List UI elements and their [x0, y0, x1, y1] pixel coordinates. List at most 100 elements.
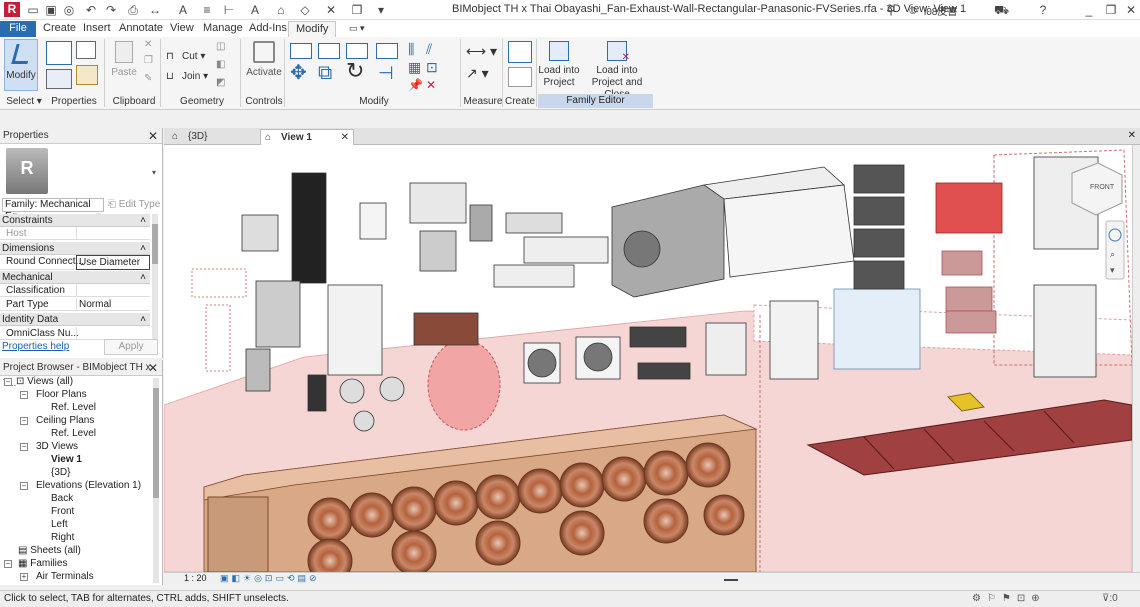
binoculars-icon[interactable]: ⚲ — [884, 3, 898, 17]
group-select[interactable]: Select ▾ — [4, 96, 44, 107]
create-group-icon[interactable] — [508, 67, 532, 87]
user-name[interactable]: i08皮書 — [924, 3, 957, 18]
restore-icon[interactable]: ❐ — [1104, 3, 1118, 17]
help-icon[interactable]: ? — [1036, 3, 1050, 17]
expand-toggle[interactable]: + — [20, 573, 28, 581]
tree-3d-views[interactable]: 3D Views — [36, 441, 78, 453]
tree-right[interactable]: Right — [51, 532, 74, 544]
paint-icon[interactable]: ◩ — [216, 77, 225, 89]
split-icon[interactable]: ⫼ — [408, 42, 414, 56]
minimize-icon[interactable]: _ — [1082, 3, 1096, 17]
tab-annotate[interactable]: Annotate — [112, 21, 170, 37]
tab-view-1[interactable]: ⌂ View 1 ✕ — [260, 129, 354, 145]
join-icon[interactable]: ⊔ — [166, 71, 174, 83]
close-window-icon[interactable]: ✕ — [1124, 3, 1138, 17]
view-scale[interactable]: 1 : 20 — [184, 573, 207, 583]
tree-left[interactable]: Left — [51, 519, 68, 531]
paste-button[interactable]: Paste — [110, 41, 138, 79]
match-icon[interactable]: ✎ — [144, 73, 152, 85]
undo-icon[interactable]: ↶ — [84, 3, 98, 17]
tag-icon[interactable]: A — [176, 3, 190, 17]
tree-sheets[interactable]: ▤ Sheets (all) — [18, 545, 81, 557]
redo-icon[interactable]: ↷ — [104, 3, 118, 17]
collapse-toggle[interactable]: − — [4, 560, 12, 568]
properties-help-link[interactable]: Properties help — [2, 341, 69, 352]
tree-ceiling-plans[interactable]: Ceiling Plans — [36, 415, 94, 427]
type-selector-dropdown-icon[interactable]: ▾ — [152, 168, 156, 177]
split-gap-icon[interactable]: ⫽ — [426, 42, 432, 56]
3d-view-icon[interactable]: ⌂ — [274, 3, 288, 17]
create-similar-icon[interactable] — [508, 41, 532, 63]
open-icon[interactable]: ▭ — [26, 3, 40, 17]
load-into-project-button[interactable]: Load into Project — [538, 41, 580, 89]
cope-icon[interactable]: ⊓ — [166, 51, 174, 63]
join-button[interactable]: Join ▾ — [182, 71, 208, 83]
section-icon[interactable]: ◇ — [298, 3, 312, 17]
move-icon[interactable]: ✥ — [290, 63, 307, 83]
tree-front[interactable]: Front — [51, 506, 74, 518]
tree-views-all[interactable]: ⊡ Views (all) — [16, 376, 73, 388]
mirror-axis-icon[interactable] — [346, 43, 368, 59]
properties-icon[interactable] — [46, 41, 72, 65]
mirror-draw-icon[interactable] — [376, 43, 398, 59]
horizontal-scroll-thumb[interactable] — [724, 579, 738, 581]
collapse-toggle[interactable]: − — [4, 378, 12, 386]
type-properties-icon[interactable] — [76, 41, 96, 59]
family-selector[interactable]: Family: Mechanical Eq▾ — [2, 198, 104, 222]
activate-button[interactable]: Activate — [246, 41, 282, 79]
tree-back[interactable]: Back — [51, 493, 73, 505]
tree-floor-ref-level[interactable]: Ref. Level — [51, 402, 96, 414]
collapse-toggle[interactable]: − — [20, 417, 28, 425]
scale-icon[interactable]: ⊡ — [426, 60, 438, 74]
array-icon[interactable]: ▦ — [408, 60, 421, 74]
rotate-icon[interactable]: ↻ — [346, 60, 364, 82]
3d-viewport[interactable]: FRONT ⌕ ▾ — [164, 145, 1132, 572]
properties-scrollbar[interactable] — [152, 214, 158, 340]
section-mechanical[interactable]: Mechanical ˄ — [0, 271, 150, 284]
thin-lines-icon[interactable]: ≡ — [200, 3, 214, 17]
tree-air-terminals[interactable]: Air Terminals — [36, 571, 94, 583]
family-category-icon[interactable] — [76, 65, 98, 85]
close-icon[interactable]: ✕ — [148, 360, 158, 376]
revit-logo-icon[interactable]: R — [4, 2, 20, 17]
cut-icon[interactable]: ✕ — [144, 39, 152, 51]
load-and-close-button[interactable]: ✕ Load into Project and Close — [582, 41, 652, 101]
trim-icon[interactable]: ⊣ — [378, 64, 394, 82]
measure-icon[interactable]: ↔ — [148, 3, 162, 17]
print-icon[interactable]: ⎙ — [126, 3, 140, 17]
delete-icon[interactable]: ✕ — [426, 79, 436, 91]
text-icon[interactable]: A — [248, 3, 262, 17]
pin-icon[interactable]: 📌 — [408, 79, 423, 91]
viewport-vertical-scrollbar[interactable] — [1132, 145, 1140, 572]
view-control-icons[interactable]: ▣◧☀◎⊡▭⟲▤⊘ — [220, 573, 320, 584]
dimension-icon[interactable]: ⊢ — [222, 3, 236, 17]
collapse-toggle[interactable]: − — [20, 482, 28, 490]
section-constraints[interactable]: Constraints ˄ — [0, 214, 150, 227]
section-identity-data[interactable]: Identity Data ˄ — [0, 313, 150, 326]
copy-icon[interactable]: ❐ — [144, 55, 153, 67]
apply-button[interactable]: Apply — [104, 339, 158, 355]
measure-angle-icon[interactable]: ↗ ▾ — [466, 66, 489, 80]
wall-joins-icon[interactable]: ◫ — [216, 41, 225, 53]
filter-icon[interactable]: ⊽:0 — [1102, 591, 1118, 607]
section-dimensions[interactable]: Dimensions ˄ — [0, 242, 150, 255]
user-icon[interactable]: ☺ — [906, 3, 920, 17]
save-icon[interactable]: ▣ — [44, 3, 58, 17]
browser-scrollbar[interactable] — [153, 378, 159, 583]
customize-icon[interactable]: ▾ — [374, 3, 388, 17]
tab-menu-icon[interactable]: ✕ — [1128, 130, 1136, 141]
edit-type-button[interactable]: ⎗ Edit Type — [108, 199, 160, 210]
tab-add-ins[interactable]: Add-Ins — [242, 21, 294, 37]
close-icon[interactable]: ✕ — [148, 128, 158, 144]
measure-distance-icon[interactable]: ⟷ ▾ — [466, 44, 497, 58]
tab-3d[interactable]: ⌂ {3D} — [168, 129, 258, 145]
tree-elevations[interactable]: Elevations (Elevation 1) — [36, 480, 141, 492]
tree-floor-plans[interactable]: Floor Plans — [36, 389, 87, 401]
tab-file[interactable]: File — [0, 21, 36, 37]
selection-filter-icons[interactable]: ⚙⚐⚑⊡⊕ — [972, 591, 1046, 607]
cut-button[interactable]: Cut ▾ — [182, 51, 205, 63]
tree-3d[interactable]: {3D} — [51, 467, 70, 479]
split-face-icon[interactable]: ◧ — [216, 59, 225, 71]
offset-icon[interactable] — [318, 43, 340, 59]
collapse-toggle[interactable]: − — [20, 391, 28, 399]
